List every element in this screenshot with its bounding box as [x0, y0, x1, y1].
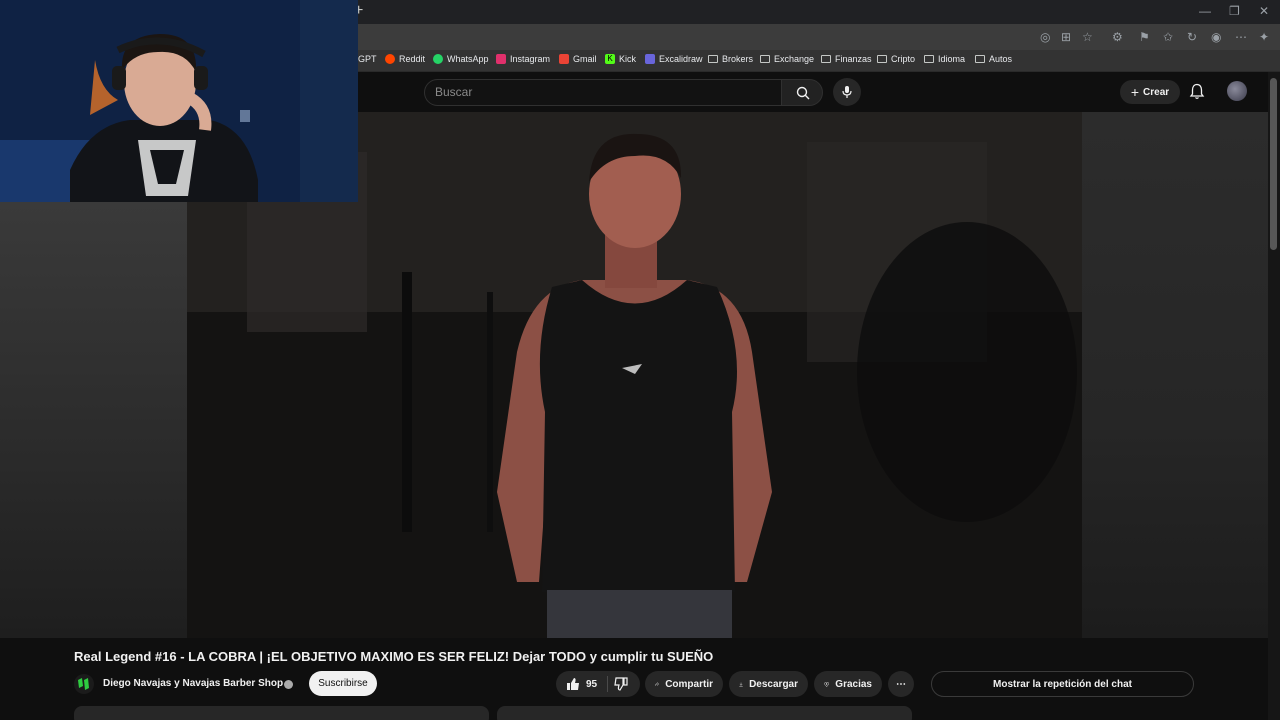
- subscribe-button[interactable]: Suscribirse: [309, 671, 377, 696]
- like-dislike-group: 95: [556, 671, 640, 697]
- search-input[interactable]: Buscar: [424, 79, 782, 106]
- thanks-button[interactable]: $ Gracias: [814, 671, 882, 697]
- folder-icon: [821, 55, 831, 63]
- webcam-overlay: [0, 0, 358, 202]
- bookmark-folder-finanzas[interactable]: Finanzas: [821, 54, 872, 64]
- gmail-icon: [559, 54, 569, 64]
- like-icon[interactable]: [566, 677, 580, 691]
- extensions-icon[interactable]: ⚙: [1112, 30, 1123, 44]
- favorite-star-icon[interactable]: ☆: [1082, 30, 1093, 44]
- share-icon: [655, 682, 660, 686]
- reddit-icon: [385, 54, 395, 64]
- bookmark-excalidraw[interactable]: Excalidraw: [645, 54, 703, 64]
- scrollbar-thumb[interactable]: [1270, 78, 1277, 250]
- description-box[interactable]: [74, 706, 489, 720]
- restore-icon[interactable]: ❐: [1229, 4, 1240, 18]
- notifications-bell-icon[interactable]: [1189, 83, 1205, 100]
- download-icon: [739, 682, 743, 687]
- voice-search-button[interactable]: [833, 78, 861, 106]
- excalidraw-icon: [645, 54, 655, 64]
- dislike-icon[interactable]: [614, 677, 628, 691]
- search-placeholder: Buscar: [435, 85, 473, 99]
- bookmark-folder-idioma[interactable]: Idioma: [924, 54, 965, 64]
- folder-icon: [924, 55, 934, 63]
- plus-icon: +: [1130, 84, 1140, 100]
- folder-icon: [760, 55, 770, 63]
- more-dots-icon: ⋯: [896, 678, 906, 690]
- account-avatar[interactable]: [1227, 81, 1247, 101]
- install-app-icon[interactable]: ⊞: [1061, 30, 1071, 44]
- folder-icon: [877, 55, 887, 63]
- copilot-icon[interactable]: ✦: [1259, 30, 1269, 44]
- bookmark-whatsapp[interactable]: WhatsApp: [433, 54, 489, 64]
- favorites-icon[interactable]: ✩: [1163, 30, 1173, 44]
- lens-icon[interactable]: ◎: [1040, 30, 1050, 44]
- like-divider: [607, 676, 609, 692]
- bookmark-folder-autos[interactable]: Autos: [975, 54, 1012, 64]
- download-label: Descargar: [749, 678, 798, 690]
- ambient-left-panel: [0, 200, 187, 638]
- microphone-icon: [842, 86, 852, 98]
- minimize-icon[interactable]: —: [1199, 4, 1211, 18]
- channel-name[interactable]: Diego Navajas y Navajas Barber Shop: [103, 678, 283, 689]
- comments-preview-box[interactable]: [497, 706, 912, 720]
- bookmark-folder-brokers[interactable]: Brokers: [708, 54, 753, 64]
- close-window-icon[interactable]: ✕: [1259, 4, 1269, 18]
- create-button[interactable]: + Crear: [1120, 80, 1180, 104]
- bookmark-gmail[interactable]: Gmail: [559, 54, 597, 64]
- create-label: Crear: [1143, 86, 1170, 98]
- bookmark-chatgpt[interactable]: GPT: [358, 54, 377, 64]
- kick-icon: K: [605, 54, 615, 64]
- screen: + — ❐ ✕ ◎ ⊞ ☆ ⚙ ⚑ ✩ ↻ ◉ ⋯ ✦ GPT Reddit W…: [0, 0, 1280, 720]
- share-label: Compartir: [665, 678, 713, 690]
- channel-logo-icon: [78, 678, 89, 690]
- more-actions-button[interactable]: ⋯: [888, 671, 914, 697]
- history-icon[interactable]: ↻: [1187, 30, 1197, 44]
- bookmark-folder-exchange[interactable]: Exchange: [760, 54, 814, 64]
- download-button[interactable]: Descargar: [729, 671, 808, 697]
- folder-icon: [708, 55, 718, 63]
- show-chat-replay-button[interactable]: Mostrar la repetición del chat: [931, 671, 1194, 697]
- ambient-right-panel: [1082, 112, 1268, 638]
- bookmark-folder-cripto[interactable]: Cripto: [877, 54, 915, 64]
- thanks-label: Gracias: [835, 678, 872, 690]
- whatsapp-icon: [433, 54, 443, 64]
- thanks-heart-icon: $: [824, 681, 830, 687]
- share-button[interactable]: Compartir: [645, 671, 723, 697]
- video-title: Real Legend #16 - LA COBRA | ¡EL OBJETIV…: [74, 649, 714, 664]
- folder-icon: [975, 55, 985, 63]
- bookmark-instagram[interactable]: Instagram: [496, 54, 550, 64]
- like-count: 95: [586, 678, 598, 690]
- search-icon: [796, 86, 810, 100]
- instagram-icon: [496, 54, 506, 64]
- bookmark-kick[interactable]: K Kick: [605, 54, 636, 64]
- channel-avatar[interactable]: [74, 674, 94, 694]
- verified-badge-icon: [284, 680, 293, 689]
- search-button[interactable]: [781, 79, 823, 106]
- webcam-feed: [0, 0, 358, 202]
- menu-dots-icon[interactable]: ⋯: [1235, 30, 1247, 44]
- split-screen-icon[interactable]: ⚑: [1139, 30, 1150, 44]
- profile-icon[interactable]: ◉: [1211, 30, 1221, 44]
- bookmark-reddit[interactable]: Reddit: [385, 54, 425, 64]
